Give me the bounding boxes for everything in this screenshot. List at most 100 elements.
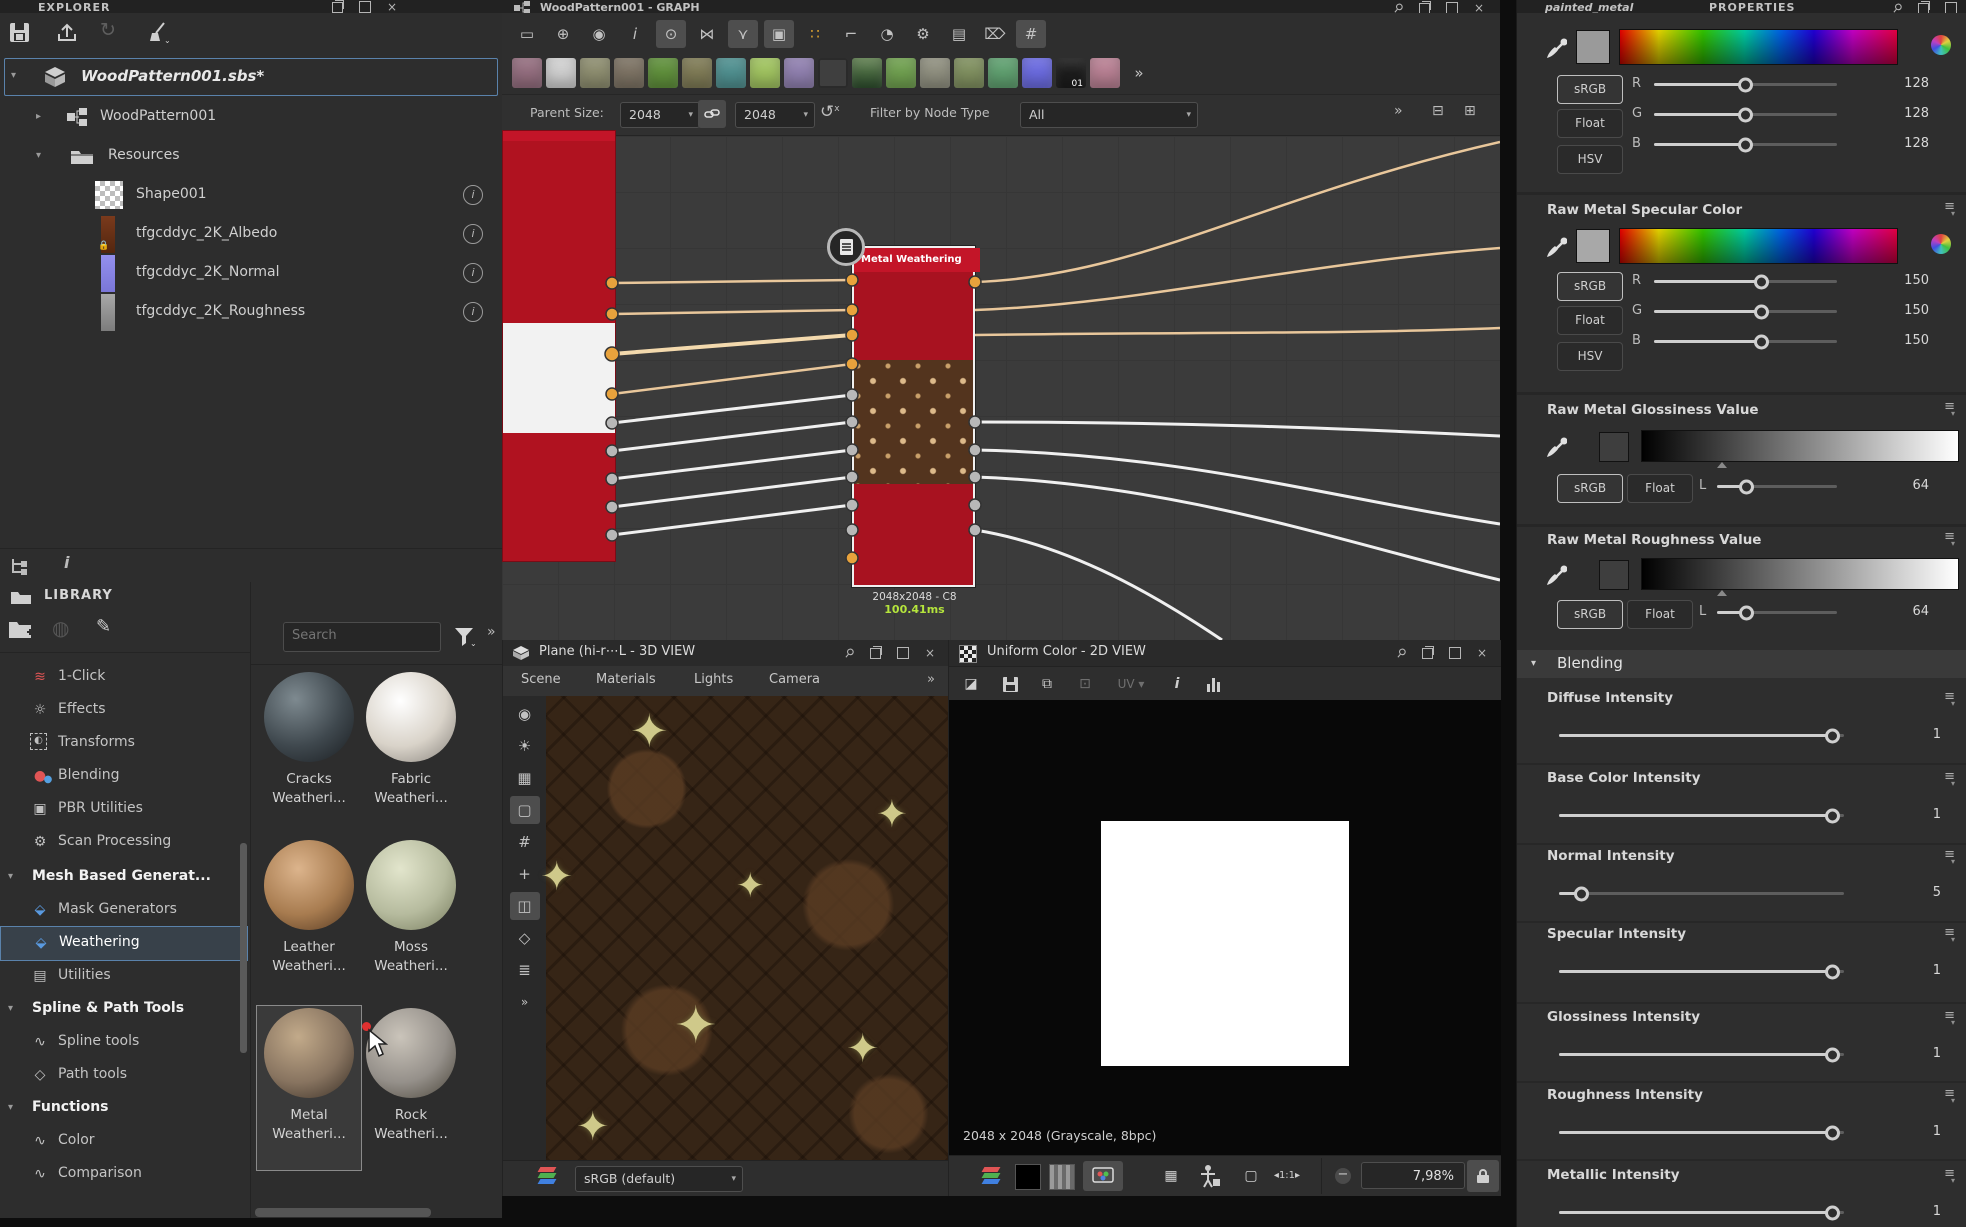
close-icon[interactable]: ×: [387, 2, 397, 12]
copy-icon[interactable]: ⧉: [1033, 671, 1061, 697]
info-icon[interactable]: i: [463, 302, 483, 322]
eyedropper-icon[interactable]: [1543, 37, 1567, 61]
intensity-value[interactable]: 1: [1897, 727, 1941, 742]
search-icon[interactable]: ⊙: [656, 20, 686, 48]
category-spline-tools[interactable]: ∿Spline tools: [0, 1026, 248, 1059]
light-icon[interactable]: ☀: [510, 732, 540, 760]
link-icon[interactable]: ⋈: [692, 20, 722, 48]
srgb-button[interactable]: sRGB: [1557, 474, 1623, 503]
hsv-button[interactable]: HSV: [1557, 342, 1623, 371]
r-slider[interactable]: [1654, 280, 1837, 283]
menu-scene[interactable]: Scene: [521, 672, 561, 687]
category-pbr-utilities[interactable]: ▣PBR Utilities: [0, 793, 248, 826]
explorer-tab[interactable]: EXPLORER ×: [0, 0, 502, 13]
pins-icon[interactable]: ∷: [800, 20, 830, 48]
float-window-icon[interactable]: [332, 2, 343, 13]
thumbnail-icon[interactable]: ▤: [944, 20, 974, 48]
node-warp-icon[interactable]: [716, 58, 746, 88]
search-box[interactable]: [283, 622, 441, 652]
maximize-icon[interactable]: [1449, 647, 1461, 659]
tree-row-resource[interactable]: Shape001 i: [0, 176, 500, 215]
move-icon[interactable]: +: [510, 860, 540, 888]
intensity-slider[interactable]: [1559, 970, 1844, 973]
asset-fabric-weathering[interactable]: FabricWeatheri...: [359, 670, 463, 834]
parent-height-dropdown[interactable]: 2048▾: [735, 102, 815, 128]
r-value[interactable]: 128: [1885, 76, 1929, 91]
hue-gradient-bar[interactable]: [1619, 228, 1898, 264]
category-blending[interactable]: ●●Blending: [0, 760, 248, 793]
srgb-button[interactable]: sRGB: [1557, 600, 1623, 629]
parameter-menu-icon[interactable]: ≡▾: [1944, 1011, 1955, 1025]
node-levels-01-icon[interactable]: 01: [1056, 58, 1086, 88]
g-value[interactable]: 128: [1885, 106, 1929, 121]
black-background-swatch[interactable]: [1015, 1164, 1041, 1190]
float-button[interactable]: Float: [1627, 474, 1693, 503]
gray-swatch[interactable]: [1599, 560, 1629, 590]
fit-view-icon[interactable]: ▭: [512, 20, 542, 48]
blending-section-header[interactable]: ▾ Blending: [1517, 650, 1966, 678]
timer-icon[interactable]: ◔: [872, 20, 902, 48]
b-value[interactable]: 128: [1885, 136, 1929, 151]
reset-size-icon[interactable]: ↺x: [820, 102, 840, 122]
wireframe-icon[interactable]: ◇: [510, 924, 540, 952]
hue-gradient-bar[interactable]: [1619, 29, 1898, 65]
asset-cracks-weathering[interactable]: CracksWeatheri...: [257, 670, 361, 834]
zoom-1-1-icon[interactable]: ◂1:1▸: [1273, 1163, 1301, 1189]
view3d-viewport[interactable]: ✦ ✦ ✦ ✦ ✦ ✦ ✦: [546, 696, 949, 1160]
gray-swatch[interactable]: [1599, 432, 1629, 462]
zoom-out-button[interactable]: −: [1335, 1168, 1351, 1184]
background-toggle-icon[interactable]: ◪: [957, 671, 985, 697]
intensity-value[interactable]: 1: [1897, 1204, 1941, 1219]
g-value[interactable]: 150: [1885, 303, 1929, 318]
maximize-icon[interactable]: [359, 1, 371, 13]
tree-row-resource[interactable]: tfgcddyc_2K_Normal i: [0, 254, 500, 293]
srgb-button[interactable]: sRGB: [1557, 272, 1623, 301]
parameter-menu-icon[interactable]: ≡▾: [1944, 928, 1955, 942]
overflow-chevron[interactable]: »: [487, 624, 496, 640]
info-icon[interactable]: i: [463, 185, 483, 205]
display-mode-button[interactable]: [1083, 1161, 1123, 1191]
node-text-icon[interactable]: [546, 58, 576, 88]
node-directional-icon[interactable]: [750, 58, 780, 88]
layers-icon[interactable]: ≣: [510, 956, 540, 984]
pin-icon[interactable]: ⚲: [842, 645, 858, 661]
view2d-tab[interactable]: Uniform Color - 2D VIEW ⚲ ×: [949, 640, 1501, 667]
layout-icon[interactable]: ⊞: [1464, 103, 1476, 119]
r-value[interactable]: 150: [1885, 273, 1929, 288]
display-icon[interactable]: ▢: [510, 796, 540, 824]
parameter-menu-icon[interactable]: ≡▾: [1944, 202, 1955, 216]
node-shuffle-icon[interactable]: [614, 58, 644, 88]
color-swatch[interactable]: [1576, 30, 1610, 64]
category-weathering[interactable]: ⬙Weathering: [1, 927, 247, 960]
geometry-cube-icon[interactable]: ◫: [510, 892, 540, 920]
parameter-menu-icon[interactable]: ≡▾: [1944, 772, 1955, 786]
search-input[interactable]: [284, 623, 440, 648]
toolbar-overflow-chevron[interactable]: »: [510, 988, 540, 1016]
r-slider[interactable]: [1654, 83, 1837, 86]
category-mask-generators[interactable]: ⬙Mask Generators: [0, 894, 248, 927]
eyedropper-icon[interactable]: [1543, 564, 1567, 588]
node-tile-icon[interactable]: [818, 58, 848, 88]
maximize-icon[interactable]: [897, 647, 909, 659]
intensity-slider[interactable]: [1559, 892, 1844, 895]
eyedropper-icon[interactable]: [1543, 436, 1567, 460]
fit-frame-icon[interactable]: ▢: [1237, 1163, 1265, 1189]
colorspace-dropdown[interactable]: sRGB (default)▾: [575, 1166, 743, 1192]
intensity-value[interactable]: 1: [1897, 1124, 1941, 1139]
horizontal-scrollbar[interactable]: [255, 1208, 431, 1217]
intensity-slider[interactable]: [1559, 1131, 1844, 1134]
intensity-value[interactable]: 1: [1897, 807, 1941, 822]
pin-icon[interactable]: ⚲: [1890, 0, 1906, 13]
info-icon[interactable]: i: [1163, 671, 1191, 697]
asset-metal-weathering[interactable]: MetalWeatheri...: [257, 1006, 361, 1170]
node-colorwheel-icon[interactable]: [1022, 58, 1052, 88]
transform-icon[interactable]: ⊡: [1071, 671, 1099, 697]
menu-lights[interactable]: Lights: [694, 672, 733, 687]
node-sphere-icon[interactable]: [954, 58, 984, 88]
pin-icon[interactable]: ⚲: [1391, 0, 1407, 13]
node-output-badge[interactable]: [827, 228, 865, 266]
section-mesh-based-generators[interactable]: ▾Mesh Based Generat...: [0, 861, 248, 894]
parameter-menu-icon[interactable]: ≡▾: [1944, 1089, 1955, 1103]
intensity-slider[interactable]: [1559, 734, 1844, 737]
asset-leather-weathering[interactable]: LeatherWeatheri...: [257, 838, 361, 1002]
